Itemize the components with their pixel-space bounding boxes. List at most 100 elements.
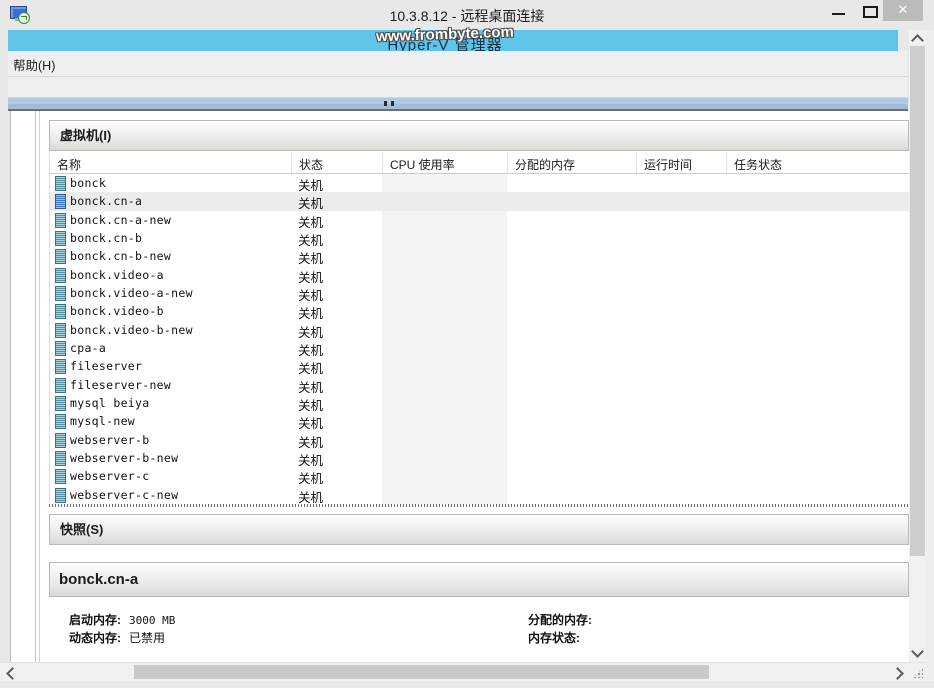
menubar: 帮助(H) (8, 51, 908, 77)
vm-row[interactable]: webserver-c 关机 (50, 467, 910, 485)
vm-server-icon (55, 304, 66, 319)
vm-name: bonck.video-a (70, 268, 164, 282)
vm-status: 关机 (298, 487, 323, 506)
pane-divider (35, 111, 36, 662)
vm-server-icon (55, 231, 66, 246)
window-bottom-edge (0, 681, 934, 688)
vm-row[interactable]: bonck.video-a-new 关机 (50, 284, 910, 302)
vm-server-icon (55, 176, 66, 191)
vm-details: 启动内存: 3000 MB 动态内存: 已禁用 分配的内存: 内存状态: (49, 597, 909, 661)
vm-server-icon (55, 396, 66, 411)
vm-row[interactable]: bonck.cn-b关机 (50, 229, 910, 247)
vm-name: webserver-c (70, 469, 149, 483)
vm-table: 名称 状态 CPU 使用率 分配的内存 运行时间 任务状态 bonck关机bon… (49, 153, 910, 504)
vm-name: fileserver-new (70, 378, 171, 392)
vm-row[interactable]: fileserver-new 关机 (50, 376, 910, 394)
rdp-window: 10.3.8.12 - 远程桌面连接 Hyper-V 管理器 www.fromb… (0, 0, 934, 688)
vm-row[interactable]: bonck.video-b 关机 (50, 302, 910, 320)
vm-row[interactable]: webserver-b-new关机 (50, 449, 910, 467)
vm-server-icon (55, 323, 66, 338)
vm-server-icon (55, 359, 66, 374)
vm-name: mysql-new (70, 414, 135, 428)
detail-value-dynamic-memory: 已禁用 (129, 631, 165, 645)
clipped-text-remnant (391, 101, 394, 106)
vm-server-icon (55, 469, 66, 484)
vm-row[interactable]: bonck.video-b-new关机 (50, 321, 910, 339)
toolbar (8, 77, 908, 97)
vm-row[interactable]: bonck.video-a 关机 (50, 266, 910, 284)
vm-status: 关机 (298, 303, 323, 322)
vm-status: 关机 (298, 230, 323, 249)
vertical-scrollbar[interactable] (909, 30, 926, 662)
detail-label-assigned-memory: 分配的内存: (528, 613, 592, 627)
vm-table-header: 名称 状态 CPU 使用率 分配的内存 运行时间 任务状态 (50, 153, 910, 174)
column-header-uptime[interactable]: 运行时间 (636, 153, 726, 173)
vm-status: 关机 (298, 468, 323, 487)
vm-details-header: bonck.cn-a (49, 562, 909, 597)
column-header-cpu[interactable]: CPU 使用率 (382, 153, 507, 173)
vm-name: bonck.video-a-new (70, 286, 193, 300)
vm-status: 关机 (298, 322, 323, 341)
vm-status: 关机 (298, 395, 323, 414)
vm-server-icon (55, 378, 66, 393)
vertical-scrollbar-thumb[interactable] (910, 46, 925, 556)
vm-name: cpa-a (70, 341, 106, 355)
column-header-status[interactable]: 状态 (291, 153, 382, 173)
vm-name: webserver-c-new (70, 488, 178, 502)
snapshot-section-header: 快照(S) (49, 514, 909, 545)
vm-server-icon (55, 286, 66, 301)
vm-name: bonck.video-b (70, 304, 164, 318)
scroll-down-icon[interactable] (911, 645, 924, 658)
vm-server-icon (55, 433, 66, 448)
vm-server-icon (55, 268, 66, 283)
scroll-up-icon[interactable] (911, 34, 924, 47)
menu-item-help[interactable]: 帮助(H) (8, 51, 61, 74)
vm-name: webserver-b (70, 433, 149, 447)
vm-server-icon (55, 341, 66, 356)
vm-name: fileserver (70, 359, 142, 373)
scroll-right-icon[interactable] (891, 667, 904, 680)
horizontal-scrollbar-thumb[interactable] (134, 665, 709, 679)
vm-row[interactable]: bonck.cn-b-new关机 (50, 247, 910, 265)
detail-label-memory-status: 内存状态: (528, 631, 580, 645)
column-header-task[interactable]: 任务状态 (726, 153, 910, 173)
vm-status: 关机 (298, 175, 323, 194)
vm-server-icon (55, 414, 66, 429)
vm-status: 关机 (298, 358, 323, 377)
clipped-banner (8, 97, 908, 111)
vm-status: 关机 (298, 285, 323, 304)
vm-name: mysql beiya (70, 396, 149, 410)
vm-row[interactable]: mysql-new 关机 (50, 412, 910, 430)
vm-section-header: 虚拟机(I) (49, 120, 909, 151)
vm-row[interactable]: bonck.cn-a 关机 (50, 192, 910, 210)
vm-server-icon (55, 488, 66, 503)
vm-row[interactable]: bonck关机 (50, 174, 910, 192)
vm-row[interactable]: mysql beiya 关机 (50, 394, 910, 412)
vm-row[interactable]: webserver-b 关机 (50, 431, 910, 449)
vm-status: 关机 (298, 212, 323, 231)
vm-status: 关机 (298, 193, 323, 212)
vm-status: 关机 (298, 432, 323, 451)
resize-grip[interactable] (912, 667, 923, 678)
vm-server-icon (55, 194, 66, 209)
column-header-name[interactable]: 名称 (50, 153, 291, 173)
horizontal-scrollbar[interactable] (0, 662, 934, 681)
detail-label-startup-memory: 启动内存: (69, 613, 121, 627)
scroll-left-icon[interactable] (6, 667, 19, 680)
vm-row[interactable]: cpa-a关机 (50, 339, 910, 357)
detail-value-startup-memory: 3000 MB (129, 614, 175, 627)
vm-status: 关机 (298, 413, 323, 432)
vm-server-icon (55, 451, 66, 466)
vm-row[interactable]: bonck.cn-a-new 关机 (50, 211, 910, 229)
vm-status: 关机 (298, 267, 323, 286)
detail-label-dynamic-memory: 动态内存: (69, 631, 121, 645)
vm-status: 关机 (298, 377, 323, 396)
vm-server-icon (55, 213, 66, 228)
vm-row[interactable]: webserver-c-new 关机 (50, 486, 910, 504)
vm-row[interactable]: fileserver 关机 (50, 357, 910, 375)
vm-name: bonck.cn-a-new (70, 213, 171, 227)
vm-name: webserver-b-new (70, 451, 178, 465)
vm-name: bonck.cn-a (70, 194, 142, 208)
main-panel: 虚拟机(I) 名称 状态 CPU 使用率 分配的内存 运行时间 任务状态 bon… (10, 111, 909, 662)
column-header-memory[interactable]: 分配的内存 (507, 153, 636, 173)
